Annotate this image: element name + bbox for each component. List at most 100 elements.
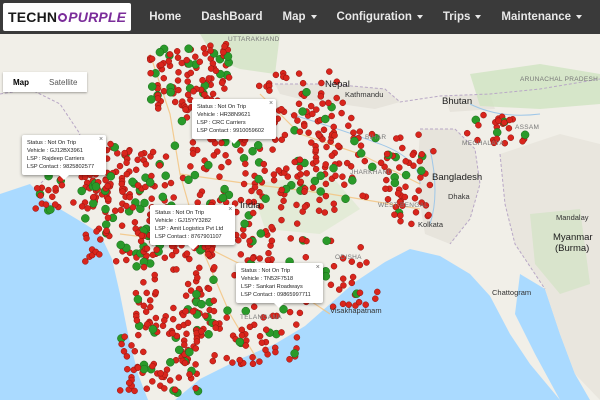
vehicle-marker-not-on-trip[interactable] bbox=[223, 354, 230, 362]
vehicle-marker-not-on-trip[interactable] bbox=[181, 341, 188, 349]
vehicle-marker-on-trip[interactable] bbox=[116, 240, 125, 250]
vehicle-marker-not-on-trip[interactable] bbox=[330, 200, 338, 208]
vehicle-marker-on-trip[interactable] bbox=[253, 141, 263, 150]
vehicle-marker-not-on-trip[interactable] bbox=[121, 149, 128, 157]
vehicle-marker-not-on-trip[interactable] bbox=[382, 185, 389, 193]
vehicle-marker-not-on-trip[interactable] bbox=[293, 220, 301, 227]
vehicle-marker-on-trip[interactable] bbox=[101, 204, 110, 214]
vehicle-marker-not-on-trip[interactable] bbox=[78, 203, 86, 210]
vehicle-marker-not-on-trip[interactable] bbox=[475, 121, 482, 129]
vehicle-marker-not-on-trip[interactable] bbox=[290, 112, 298, 119]
vehicle-marker-not-on-trip[interactable] bbox=[409, 151, 417, 159]
vehicle-marker-not-on-trip[interactable] bbox=[196, 264, 203, 272]
vehicle-marker-not-on-trip[interactable] bbox=[249, 360, 257, 368]
nav-trips[interactable]: Trips bbox=[433, 0, 491, 34]
vehicle-marker-not-on-trip[interactable] bbox=[210, 307, 218, 315]
vehicle-marker-not-on-trip[interactable] bbox=[256, 188, 263, 196]
vehicle-marker-not-on-trip[interactable] bbox=[212, 67, 220, 75]
vehicle-marker-not-on-trip[interactable] bbox=[192, 53, 199, 61]
vehicle-marker-not-on-trip[interactable] bbox=[295, 70, 303, 77]
vehicle-marker-not-on-trip[interactable] bbox=[134, 182, 142, 189]
vehicle-marker-not-on-trip[interactable] bbox=[149, 148, 157, 156]
vehicle-marker-on-trip[interactable] bbox=[147, 82, 157, 91]
vehicle-marker-not-on-trip[interactable] bbox=[33, 185, 41, 192]
vehicle-marker-not-on-trip[interactable] bbox=[165, 57, 173, 65]
vehicle-marker-not-on-trip[interactable] bbox=[112, 258, 120, 265]
vehicle-marker-not-on-trip[interactable] bbox=[302, 253, 310, 261]
vehicle-marker-on-trip[interactable] bbox=[256, 229, 266, 238]
vehicle-marker-on-trip[interactable] bbox=[192, 290, 201, 299]
vehicle-marker-not-on-trip[interactable] bbox=[272, 348, 279, 356]
vehicle-marker-not-on-trip[interactable] bbox=[312, 146, 320, 154]
vehicle-marker-not-on-trip[interactable] bbox=[297, 171, 304, 178]
vehicle-marker-not-on-trip[interactable] bbox=[402, 158, 409, 165]
vehicle-marker-not-on-trip[interactable] bbox=[402, 183, 409, 191]
vehicle-marker-not-on-trip[interactable] bbox=[152, 314, 160, 322]
vehicle-marker-not-on-trip[interactable] bbox=[321, 209, 329, 216]
vehicle-marker-not-on-trip[interactable] bbox=[237, 147, 244, 154]
vehicle-marker-not-on-trip[interactable] bbox=[222, 152, 229, 159]
vehicle-marker-not-on-trip[interactable] bbox=[326, 68, 333, 75]
vehicle-marker-not-on-trip[interactable] bbox=[134, 364, 142, 371]
vehicle-marker-not-on-trip[interactable] bbox=[357, 142, 365, 149]
vehicle-marker-not-on-trip[interactable] bbox=[225, 74, 233, 81]
vehicle-marker-not-on-trip[interactable] bbox=[147, 69, 154, 77]
vehicle-marker-not-on-trip[interactable] bbox=[123, 202, 130, 210]
vehicle-marker-on-trip[interactable] bbox=[417, 166, 426, 175]
vehicle-marker-not-on-trip[interactable] bbox=[327, 281, 335, 289]
vehicle-marker-not-on-trip[interactable] bbox=[320, 126, 328, 134]
vehicle-marker-on-trip[interactable] bbox=[298, 107, 307, 116]
vehicle-marker-not-on-trip[interactable] bbox=[192, 361, 199, 368]
vehicle-marker-not-on-trip[interactable] bbox=[173, 48, 181, 55]
vehicle-marker-not-on-trip[interactable] bbox=[184, 91, 192, 99]
vehicle-marker-not-on-trip[interactable] bbox=[401, 193, 409, 201]
vehicle-marker-on-trip[interactable] bbox=[185, 347, 194, 357]
vehicle-marker-not-on-trip[interactable] bbox=[396, 164, 403, 171]
vehicle-marker-not-on-trip[interactable] bbox=[349, 273, 357, 281]
vehicle-marker-not-on-trip[interactable] bbox=[182, 308, 189, 315]
vehicle-marker-not-on-trip[interactable] bbox=[162, 153, 170, 160]
vehicle-marker-not-on-trip[interactable] bbox=[143, 385, 151, 392]
vehicle-marker-on-trip[interactable] bbox=[321, 114, 330, 124]
vehicle-marker-not-on-trip[interactable] bbox=[246, 237, 253, 245]
vehicle-marker-not-on-trip[interactable] bbox=[339, 99, 346, 107]
map-type-satellite[interactable]: Satellite bbox=[39, 72, 87, 92]
close-icon[interactable]: × bbox=[228, 206, 232, 214]
vehicle-marker-not-on-trip[interactable] bbox=[399, 144, 406, 152]
vehicle-marker-not-on-trip[interactable] bbox=[240, 180, 248, 188]
vehicle-marker-not-on-trip[interactable] bbox=[225, 158, 232, 166]
vehicle-marker-not-on-trip[interactable] bbox=[322, 180, 330, 188]
vehicle-marker-not-on-trip[interactable] bbox=[210, 297, 218, 304]
vehicle-marker-not-on-trip[interactable] bbox=[210, 152, 218, 159]
vehicle-marker-not-on-trip[interactable] bbox=[315, 132, 323, 139]
vehicle-marker-not-on-trip[interactable] bbox=[287, 235, 294, 242]
vehicle-marker-not-on-trip[interactable] bbox=[133, 317, 141, 324]
vehicle-marker-not-on-trip[interactable] bbox=[272, 71, 280, 79]
vehicle-marker-not-on-trip[interactable] bbox=[128, 342, 135, 349]
vehicle-marker-not-on-trip[interactable] bbox=[220, 48, 227, 56]
vehicle-marker-not-on-trip[interactable] bbox=[137, 237, 145, 245]
vehicle-marker-not-on-trip[interactable] bbox=[383, 150, 391, 158]
vehicle-marker-not-on-trip[interactable] bbox=[181, 359, 189, 367]
vehicle-marker-on-trip[interactable] bbox=[204, 160, 213, 170]
vehicle-marker-on-trip[interactable] bbox=[146, 95, 156, 104]
vehicle-marker-not-on-trip[interactable] bbox=[105, 195, 112, 203]
vehicle-marker-not-on-trip[interactable] bbox=[157, 369, 164, 377]
vehicle-marker-not-on-trip[interactable] bbox=[255, 82, 263, 90]
vehicle-marker-not-on-trip[interactable] bbox=[175, 69, 182, 76]
vehicle-marker-not-on-trip[interactable] bbox=[161, 385, 168, 392]
vehicle-marker-not-on-trip[interactable] bbox=[269, 146, 276, 153]
vehicle-marker-not-on-trip[interactable] bbox=[507, 134, 515, 141]
vehicle-marker-not-on-trip[interactable] bbox=[293, 201, 300, 209]
vehicle-marker-not-on-trip[interactable] bbox=[348, 279, 356, 287]
vehicle-marker-not-on-trip[interactable] bbox=[118, 180, 126, 188]
vehicle-marker-not-on-trip[interactable] bbox=[84, 205, 91, 212]
vehicle-marker-not-on-trip[interactable] bbox=[189, 139, 197, 146]
vehicle-marker-not-on-trip[interactable] bbox=[293, 321, 300, 328]
vehicle-marker-not-on-trip[interactable] bbox=[278, 105, 285, 113]
vehicle-marker-on-trip[interactable] bbox=[356, 149, 366, 158]
vehicle-marker-not-on-trip[interactable] bbox=[169, 330, 176, 337]
vehicle-marker-on-trip[interactable] bbox=[170, 141, 180, 150]
vehicle-marker-not-on-trip[interactable] bbox=[296, 156, 304, 163]
vehicle-marker-not-on-trip[interactable] bbox=[205, 251, 212, 258]
